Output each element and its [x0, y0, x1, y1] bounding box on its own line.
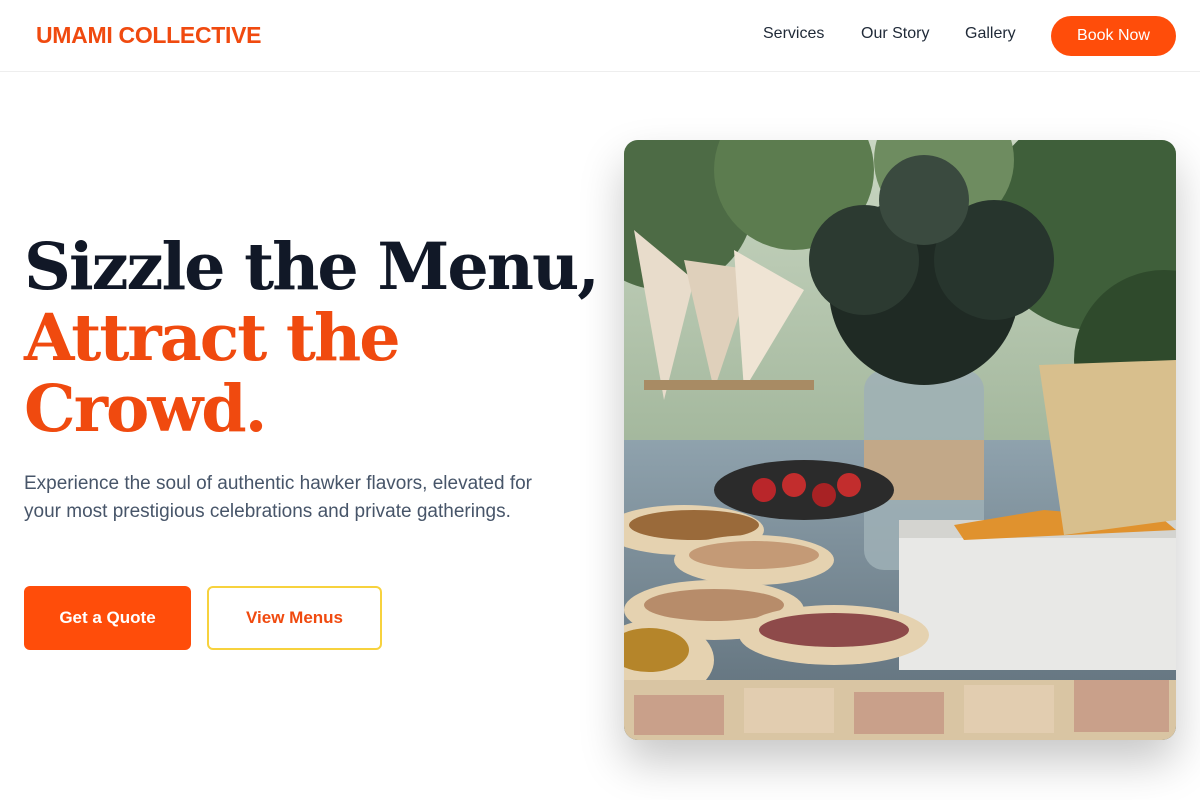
- get-a-quote-button[interactable]: Get a Quote: [24, 586, 191, 650]
- catering-table-illustration: [624, 140, 1176, 740]
- brand-logo[interactable]: UMAMI COLLECTIVE: [36, 22, 262, 49]
- hero-title: Sizzle the Menu, Attract the Crowd.: [24, 229, 600, 447]
- book-now-button[interactable]: Book Now: [1051, 16, 1176, 56]
- hero-description: Experience the soul of authentic hawker …: [24, 473, 533, 522]
- hero-title-accent: Attract the Crowd.: [24, 300, 401, 447]
- hero-catering-photo: [624, 140, 1176, 740]
- hero-title-line: Sizzle the Menu,: [24, 229, 600, 305]
- top-navigation-bar: UMAMI COLLECTIVE Services Our Story Gall…: [0, 0, 1200, 72]
- nav-link-gallery[interactable]: Gallery: [965, 25, 1016, 43]
- nav-link-services[interactable]: Services: [763, 25, 824, 43]
- nav-link-our-story[interactable]: Our Story: [861, 25, 929, 43]
- view-menus-button[interactable]: View Menus: [207, 586, 382, 650]
